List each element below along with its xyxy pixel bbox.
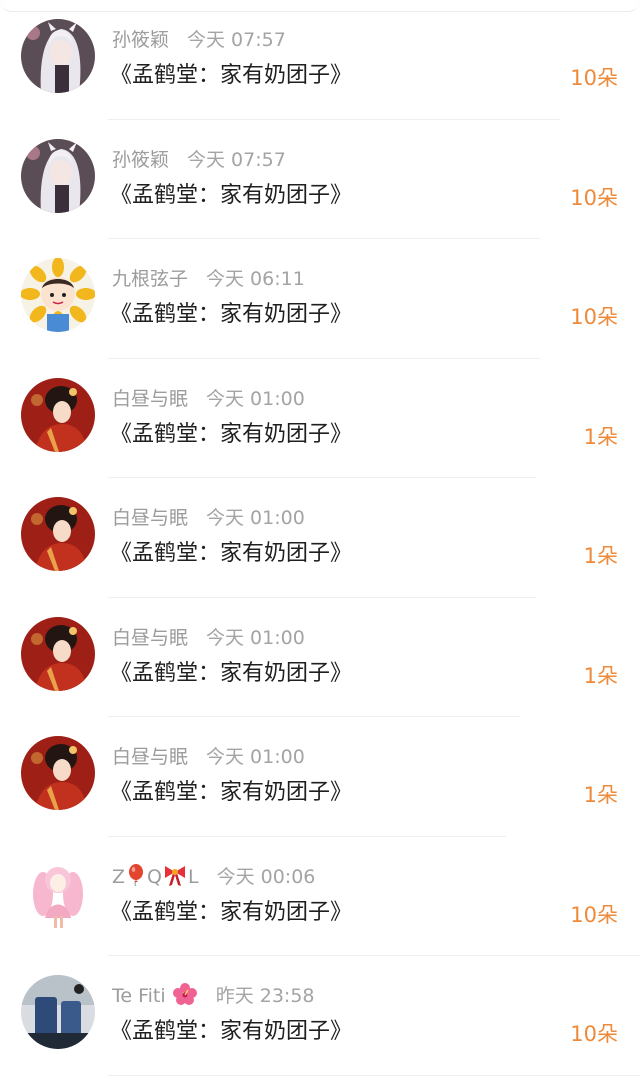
gift-amount: 10朵	[570, 902, 618, 927]
gift-amount: 1朵	[583, 783, 618, 807]
timestamp: 今天 06:11	[206, 268, 305, 290]
gift-message: 《孟鹤堂：家有奶团子》	[110, 899, 353, 925]
anime-girl-avatar-icon	[21, 138, 95, 213]
gift-message: 《孟鹤堂：家有奶团子》	[110, 182, 353, 208]
gift-amount: 1朵	[583, 544, 618, 568]
red-dress-lady-avatar-icon	[21, 616, 95, 691]
anime-girl-avatar-icon	[21, 19, 95, 93]
hibiscus-emoji-icon	[172, 983, 197, 1005]
timestamp: 今天 07:57	[187, 29, 286, 51]
sender-name[interactable]: Te Fiti	[112, 983, 198, 1007]
red-dress-lady-avatar-icon	[21, 736, 95, 810]
gift-message: 《孟鹤堂：家有奶团子》	[110, 302, 353, 327]
avatar[interactable]	[21, 377, 95, 452]
divider	[108, 1074, 640, 1076]
gift-amount: 10朵	[570, 305, 618, 329]
list-item[interactable]: Te Fiti 昨天 23:58 《孟鹤堂：家有奶团子》 10朵	[0, 956, 640, 1076]
list-item[interactable]: Z Q L 今天 00:06 《孟鹤堂：家有奶团子》 10朵	[0, 837, 640, 956]
list-item[interactable]: 白昼与眠 今天 01:00 《孟鹤堂：家有奶团子》 1朵	[0, 359, 640, 478]
sender-line: 白昼与眠 今天 01:00	[112, 386, 305, 412]
gift-amount: 10朵	[570, 66, 618, 90]
gift-message: 《孟鹤堂：家有奶团子》	[110, 660, 353, 686]
timestamp: 今天 00:06	[216, 865, 316, 888]
sender-line: 孙筱颖 今天 07:57	[112, 27, 286, 53]
sunflower-avatar-icon	[21, 258, 95, 332]
gift-message: 《孟鹤堂：家有奶团子》	[110, 63, 353, 88]
photo-avatar-icon	[21, 975, 95, 1049]
avatar[interactable]	[21, 19, 95, 93]
gift-message: 《孟鹤堂：家有奶团子》	[110, 421, 353, 447]
list-item[interactable]: 九根弦子 今天 06:11 《孟鹤堂：家有奶团子》 10朵	[0, 239, 640, 359]
sender-line: 孙筱颖 今天 07:57	[112, 147, 286, 173]
ribbon-emoji-icon	[165, 865, 185, 886]
gift-list-page: 孙筱颖 今天 07:57 《孟鹤堂：家有奶团子》 10朵 孙筱颖 今天 07:5…	[0, 0, 640, 1092]
balloon-emoji-icon	[129, 863, 144, 886]
list-item[interactable]: 孙筱颖 今天 07:57 《孟鹤堂：家有奶团子》 10朵	[0, 0, 640, 120]
gift-amount: 10朵	[570, 185, 618, 210]
sender-name[interactable]: 九根弦子	[112, 268, 188, 290]
timestamp: 今天 01:00	[206, 626, 305, 649]
list-item[interactable]: 孙筱颖 今天 07:57 《孟鹤堂：家有奶团子》 10朵	[0, 120, 640, 239]
avatar[interactable]	[21, 258, 95, 332]
gift-message: 《孟鹤堂：家有奶团子》	[110, 1019, 353, 1044]
sender-name[interactable]: 白昼与眠	[112, 388, 188, 410]
red-dress-lady-avatar-icon	[21, 497, 95, 571]
sender-name[interactable]: 白昼与眠	[112, 507, 188, 529]
list-item[interactable]: 白昼与眠 今天 01:00 《孟鹤堂：家有奶团子》 1朵	[0, 717, 640, 837]
sender-name[interactable]: 白昼与眠	[112, 627, 188, 649]
avatar[interactable]	[21, 855, 95, 930]
sender-line: 白昼与眠 今天 01:00	[112, 625, 305, 651]
sender-line: 白昼与眠 今天 01:00	[112, 744, 305, 770]
timestamp: 今天 01:00	[206, 387, 305, 410]
avatar[interactable]	[21, 975, 95, 1049]
gift-message: 《孟鹤堂：家有奶团子》	[110, 541, 353, 566]
timestamp: 今天 01:00	[206, 507, 305, 529]
sender-name[interactable]: 白昼与眠	[112, 746, 188, 768]
avatar[interactable]	[21, 736, 95, 810]
red-dress-lady-avatar-icon	[21, 377, 95, 452]
sender-line: Te Fiti 昨天 23:58	[112, 983, 315, 1009]
list-item[interactable]: 白昼与眠 今天 01:00 《孟鹤堂：家有奶团子》 1朵	[0, 478, 640, 598]
avatar[interactable]	[21, 138, 95, 213]
avatar[interactable]	[21, 616, 95, 691]
timestamp: 今天 07:57	[187, 148, 286, 171]
pink-hair-girl-avatar-icon	[21, 855, 95, 930]
sender-line: 九根弦子 今天 06:11	[112, 266, 305, 292]
gift-message: 《孟鹤堂：家有奶团子》	[110, 780, 353, 805]
timestamp: 今天 01:00	[206, 746, 305, 768]
gift-amount: 10朵	[570, 1022, 618, 1046]
sender-name[interactable]: 孙筱颖	[112, 149, 169, 171]
sender-line: Z Q L 今天 00:06	[112, 863, 316, 890]
gift-amount: 1朵	[583, 424, 618, 449]
sender-line: 白昼与眠 今天 01:00	[112, 505, 305, 531]
avatar[interactable]	[21, 497, 95, 571]
sender-name[interactable]: 孙筱颖	[112, 29, 169, 51]
gift-amount: 1朵	[583, 663, 618, 688]
list-item[interactable]: 白昼与眠 今天 01:00 《孟鹤堂：家有奶团子》 1朵	[0, 598, 640, 717]
sender-name[interactable]: ZQL	[112, 863, 199, 888]
timestamp: 昨天 23:58	[215, 985, 315, 1007]
